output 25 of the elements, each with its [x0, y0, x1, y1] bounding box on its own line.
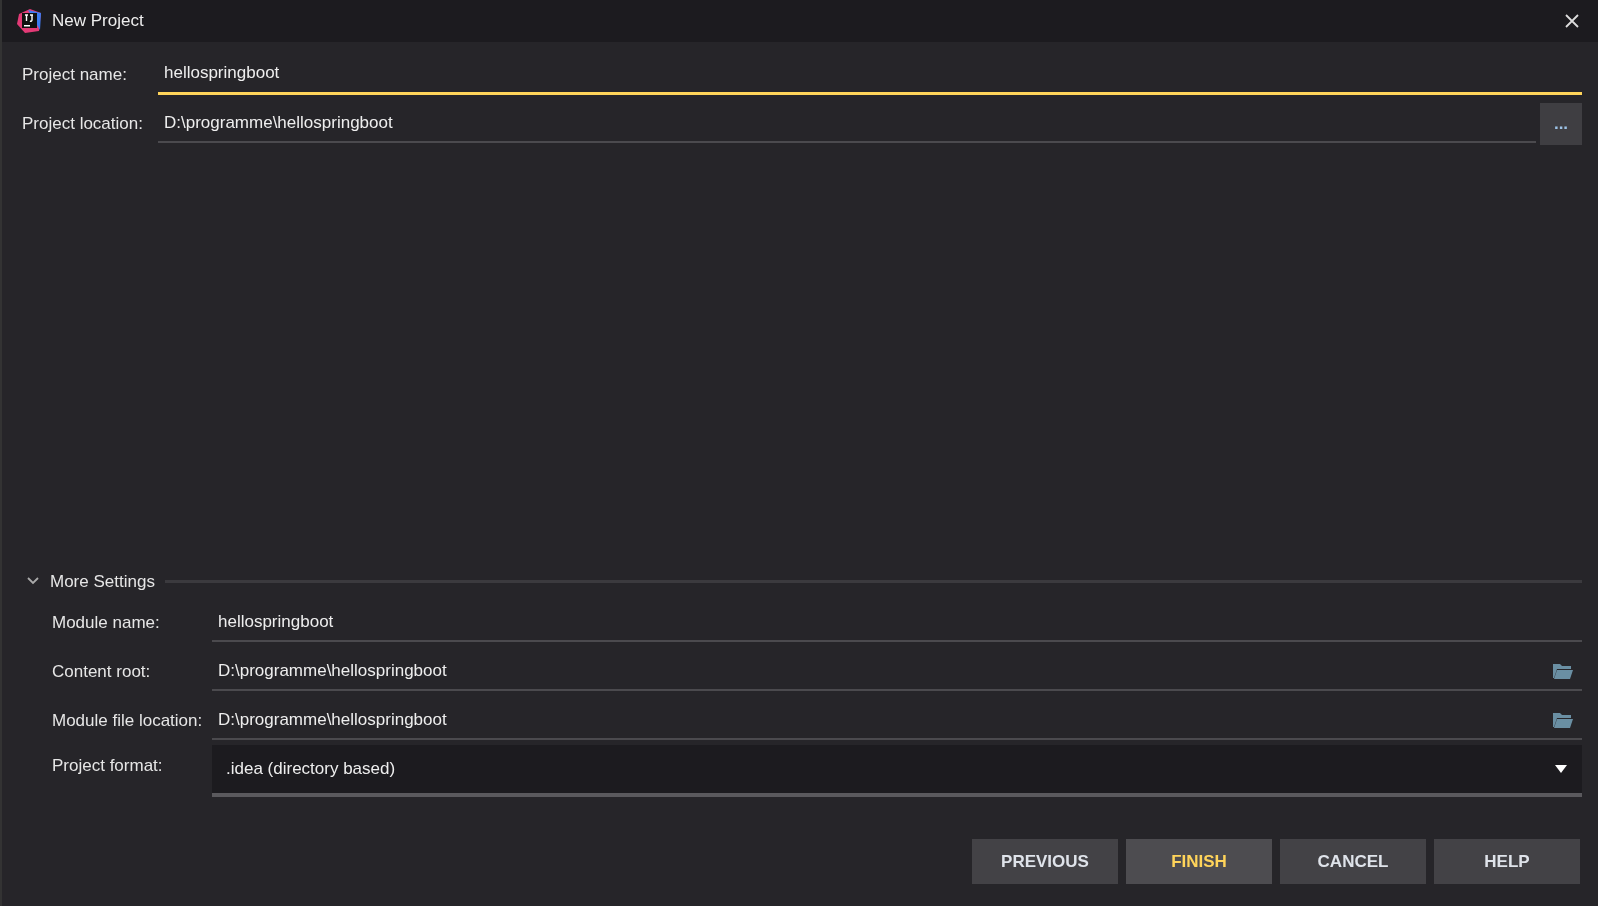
field-label: Module file location:	[52, 709, 204, 732]
path-field[interactable]: D:\programme\hellospringboot	[212, 651, 1552, 690]
section-title: More Settings	[50, 570, 155, 593]
browse-button[interactable]: ...	[1540, 102, 1582, 145]
chevron-icon[interactable]	[26, 576, 40, 587]
close-icon[interactable]	[1564, 13, 1580, 29]
folder-icon[interactable]	[1552, 710, 1574, 729]
field-label: Project name:	[22, 63, 128, 86]
folder-icon[interactable]	[1552, 661, 1574, 680]
text-field[interactable]: D:\programme\hellospringboot	[158, 103, 1536, 144]
field-label: Project location:	[22, 112, 144, 135]
dialog-button[interactable]: PREVIOUS	[972, 839, 1118, 884]
logo-icon	[16, 8, 42, 34]
dialog-button[interactable]: HELP	[1434, 839, 1580, 884]
field-label: Project format:	[52, 755, 164, 777]
text-field[interactable]: hellospringboot	[158, 54, 1582, 95]
dropdown[interactable]: .idea (directory based)	[212, 745, 1582, 797]
text-field[interactable]: hellospringboot	[212, 602, 1582, 643]
dropdown-arrow-icon	[1554, 764, 1568, 774]
field-label: Module name:	[52, 611, 161, 634]
window-title: New Project	[52, 10, 144, 33]
path-field[interactable]: D:\programme\hellospringboot	[212, 700, 1552, 739]
field-label: Content root:	[52, 660, 152, 683]
dialog-button[interactable]: CANCEL	[1280, 839, 1426, 884]
dialog-button[interactable]: FINISH	[1126, 839, 1272, 884]
